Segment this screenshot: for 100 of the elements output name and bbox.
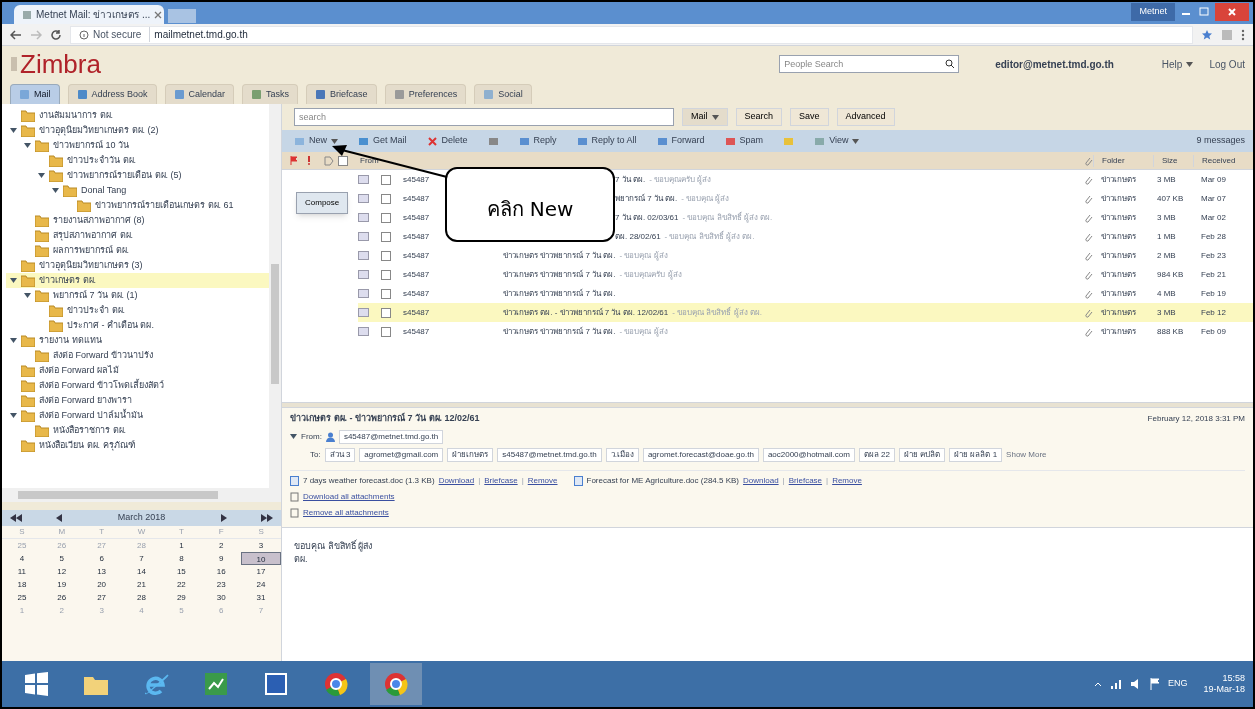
- calendar-day[interactable]: 31: [241, 591, 281, 604]
- delete-button[interactable]: Delete: [422, 132, 472, 150]
- calendar-day[interactable]: 29: [161, 591, 202, 604]
- calendar-day[interactable]: 22: [161, 578, 202, 591]
- address-chip[interactable]: aoc2000@hotmail.com: [762, 447, 855, 462]
- calendar-day[interactable]: 7: [121, 552, 162, 565]
- logout-link[interactable]: Log Out: [1209, 56, 1245, 72]
- address-bar[interactable]: Not secure mailmetnet.tmd.go.th: [70, 25, 1193, 44]
- scrollbar[interactable]: [269, 104, 281, 488]
- calendar-day[interactable]: 6: [81, 552, 122, 565]
- folder-item[interactable]: ส่งต่อ Forward ปาล์มน้ำมัน: [6, 408, 269, 423]
- calendar-day[interactable]: 26: [41, 591, 82, 604]
- folder-item[interactable]: ข่าวประจำ ตผ.: [6, 303, 269, 318]
- folder-item[interactable]: ข่าวพยากรณ์ 10 วัน: [6, 138, 269, 153]
- folder-item[interactable]: ส่งต่อ Forward ยางพารา: [6, 393, 269, 408]
- folder-item[interactable]: ข่าวอุตุนิยมวิทยาเกษตร (3): [6, 258, 269, 273]
- address-chip[interactable]: s45487@metnet.tmd.go.th: [497, 447, 602, 462]
- calendar-day[interactable]: 15: [161, 565, 202, 578]
- address-chip[interactable]: ฝ่าย คปลิต: [898, 447, 946, 462]
- calendar-day[interactable]: 5: [41, 552, 82, 565]
- calendar-day[interactable]: 19: [41, 578, 82, 591]
- folder-item[interactable]: สรุปสภาพอากาศ ตผ.: [6, 228, 269, 243]
- calendar-day[interactable]: 24: [241, 578, 281, 591]
- people-search-field[interactable]: People Search: [779, 55, 960, 73]
- address-chip[interactable]: ฝ่ายเกษตร: [447, 447, 494, 462]
- folder-item[interactable]: ข่าวพยากรณ์รายเดือนเกษตร ตผ. 61: [6, 198, 269, 213]
- address-chip[interactable]: ตผล 22: [858, 447, 895, 462]
- app-tab[interactable]: Social: [474, 84, 532, 104]
- folder-item[interactable]: ส่งต่อ Forward ข้าวโพดเลี้ยงสัตว์: [6, 378, 269, 393]
- address-chip[interactable]: ส่วน 3: [324, 447, 356, 462]
- folder-item[interactable]: Donal Tang: [6, 183, 269, 198]
- calendar-day[interactable]: 8: [161, 552, 202, 565]
- new-button[interactable]: New: [290, 132, 342, 150]
- calendar-day[interactable]: 13: [81, 565, 122, 578]
- calendar-day[interactable]: 10: [241, 552, 281, 565]
- address-chip[interactable]: agromet@gmail.com: [359, 447, 444, 462]
- attachment-link[interactable]: Download: [743, 474, 779, 487]
- calendar-day[interactable]: 11: [2, 565, 42, 578]
- attachment-link[interactable]: Briefcase: [788, 474, 823, 487]
- app-tab[interactable]: Briefcase: [306, 84, 377, 104]
- calendar-day[interactable]: 23: [201, 578, 242, 591]
- message-row[interactable]: s45487 ข่าวเกษตร ข่าวพยากรณ์ 7 วัน ตผ. - ขอบคุณครับ ผู้ส่ง ข่าวเกษตร 984 KB Feb 21: [358, 265, 1253, 284]
- calendar-day[interactable]: 12: [41, 565, 82, 578]
- calendar-day[interactable]: 9: [201, 552, 242, 565]
- reply-button[interactable]: Reply: [514, 132, 561, 150]
- calendar-day[interactable]: 3: [241, 539, 281, 552]
- search-scope-dropdown[interactable]: Mail: [682, 108, 728, 126]
- address-chip[interactable]: s45487@metnet.tmd.go.th: [338, 429, 444, 444]
- calendar-day[interactable]: 14: [121, 565, 162, 578]
- calendar-day[interactable]: 2: [201, 539, 242, 552]
- attachment-link[interactable]: Remove: [527, 474, 558, 487]
- search-toolbar-button[interactable]: Save: [790, 108, 829, 126]
- attachment-link[interactable]: Briefcase: [484, 474, 518, 487]
- calendar-day[interactable]: 28: [121, 591, 162, 604]
- folder-item[interactable]: ข่าวเกษตร ตผ.: [6, 273, 269, 288]
- address-chip[interactable]: ว.เมือง: [605, 447, 639, 462]
- address-chip[interactable]: agromet.forecast@doae.go.th: [642, 447, 759, 462]
- folder-item[interactable]: พยากรณ์ 7 วัน ตผ. (1): [6, 288, 269, 303]
- close-button[interactable]: [1215, 3, 1249, 21]
- folder-item[interactable]: ข่าวพยากรณ์รายเดือน ตผ. (5): [6, 168, 269, 183]
- folder-item[interactable]: ข่าวประจำวัน ตผ.: [6, 153, 269, 168]
- app-tab[interactable]: Preferences: [384, 84, 467, 104]
- folder-item[interactable]: รายงาน ทดแทน: [6, 333, 269, 348]
- attachment-link[interactable]: Download: [438, 474, 475, 487]
- address-chip[interactable]: ฝ่าย ผลลิต 1: [949, 447, 1003, 462]
- search-toolbar-button[interactable]: Advanced: [836, 108, 895, 126]
- clock[interactable]: 15:58 19-Mar-18: [1203, 672, 1245, 696]
- scrollbar[interactable]: [2, 488, 281, 502]
- attachments-link[interactable]: Download all attachments: [303, 490, 395, 503]
- search-toolbar-button[interactable]: Search: [735, 108, 783, 126]
- folder-item[interactable]: ผลการพยากรณ์ ตผ.: [6, 243, 269, 258]
- calendar-day[interactable]: 17: [241, 565, 281, 578]
- app-tab[interactable]: Address Book: [67, 84, 157, 104]
- search-field[interactable]: search: [294, 108, 674, 126]
- calendar-day[interactable]: 27: [81, 591, 122, 604]
- view-button[interactable]: View: [810, 132, 864, 150]
- message-row[interactable]: s45487 ข่าวเกษตร ตผ. - ข่าวพยากรณ์ 7 วัน ตผ. 12/02/61 - ขอบคุณ ลิขสิทธิ์ ผู้ส่ง ตผ. ข่าวเกษตร 3 MB Feb 12: [358, 303, 1253, 322]
- spam-button[interactable]: Spam: [720, 132, 768, 150]
- message-row[interactable]: s45487 ข่าวเกษตร ข่าวพยากรณ์ 7 วัน ตผ. ข่าวเกษตร 4 MB Feb 19: [358, 284, 1253, 303]
- folder-item[interactable]: งานสัมมนาการ ตผ.: [6, 108, 269, 123]
- reply-all-button[interactable]: Reply to All: [572, 132, 641, 150]
- taskbar-button[interactable]: [370, 663, 422, 705]
- get-mail-button[interactable]: Get Mail: [354, 132, 411, 150]
- calendar-day[interactable]: 21: [121, 578, 162, 591]
- calendar-day[interactable]: 25: [2, 591, 42, 604]
- app-tab[interactable]: Tasks: [242, 84, 299, 104]
- language-indicator[interactable]: ENG: [1167, 677, 1188, 691]
- help-menu[interactable]: Help: [1161, 56, 1194, 72]
- message-row[interactable]: s45487 ข่าวเกษตร ข่าวพยากรณ์ 7 วัน ตผ. - ขอบคุณ ผู้ส่ง ข่าวเกษตร 2 MB Feb 23: [358, 246, 1253, 265]
- app-tab[interactable]: Mail: [10, 84, 60, 104]
- folder-item[interactable]: รายงานสภาพอากาศ (8): [6, 213, 269, 228]
- message-row[interactable]: s45487 ข่าวเกษตร ข่าวพยากรณ์ 7 วัน ตผ. - ขอบคุณ ผู้ส่ง ข่าวเกษตร 888 KB Feb 09: [358, 322, 1253, 341]
- attachments-link[interactable]: Remove all attachments: [303, 506, 389, 519]
- app-tab[interactable]: Calendar: [164, 84, 235, 104]
- calendar-day[interactable]: 30: [201, 591, 242, 604]
- calendar-day[interactable]: 16: [201, 565, 242, 578]
- show-more-link[interactable]: Show More: [1006, 448, 1047, 461]
- calendar-day[interactable]: 18: [2, 578, 42, 591]
- calendar-day[interactable]: 1: [161, 539, 202, 552]
- calendar-day[interactable]: 4: [2, 552, 42, 565]
